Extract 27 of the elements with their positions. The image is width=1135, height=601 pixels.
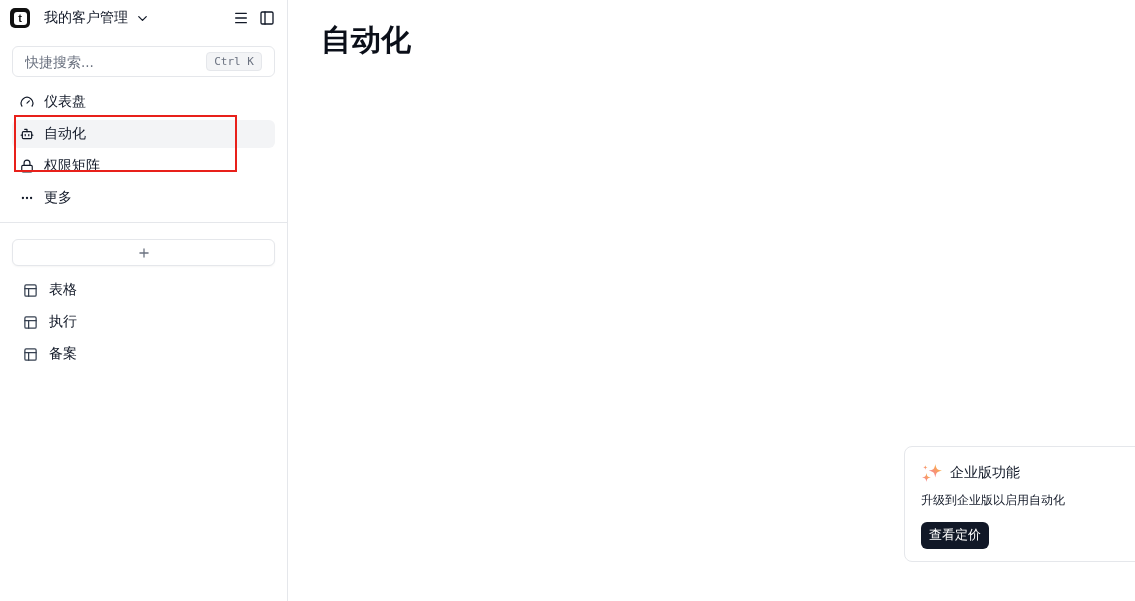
table-item[interactable]: 备案 — [12, 340, 275, 368]
menu-button[interactable] — [233, 10, 249, 26]
card-title: 企业版功能 — [950, 464, 1020, 482]
shortcut-hint: Ctrl K — [206, 52, 262, 71]
plus-icon — [136, 245, 151, 260]
gauge-icon — [20, 95, 34, 109]
nav-item[interactable]: 更多 — [12, 184, 275, 212]
view-pricing-button[interactable]: 查看定价 — [921, 522, 989, 549]
sparkles-icon — [922, 463, 942, 483]
app-logo: t — [10, 8, 30, 28]
table-icon — [23, 314, 38, 330]
table-item[interactable]: 表格 — [12, 276, 275, 304]
lock-icon — [20, 159, 34, 173]
table-icon — [23, 282, 38, 298]
table-icon — [23, 346, 38, 362]
table-item[interactable]: 执行 — [12, 308, 275, 336]
search-field[interactable]: 快捷搜索... Ctrl K — [12, 46, 275, 77]
page-title: 自动化 — [321, 21, 411, 59]
card-description: 升级到企业版以启用自动化 — [921, 492, 1065, 509]
nav-item[interactable]: 仪表盘 — [12, 88, 275, 116]
workspace-name[interactable]: 我的客户管理 — [44, 9, 128, 27]
menu-icon — [233, 10, 249, 26]
nav-item[interactable]: 自动化 — [12, 120, 275, 148]
sidebar-panel-icon — [259, 10, 275, 26]
robot-icon — [20, 127, 34, 141]
toggle-sidebar-button[interactable] — [259, 10, 275, 26]
search-input[interactable]: 快捷搜索... — [25, 53, 199, 70]
